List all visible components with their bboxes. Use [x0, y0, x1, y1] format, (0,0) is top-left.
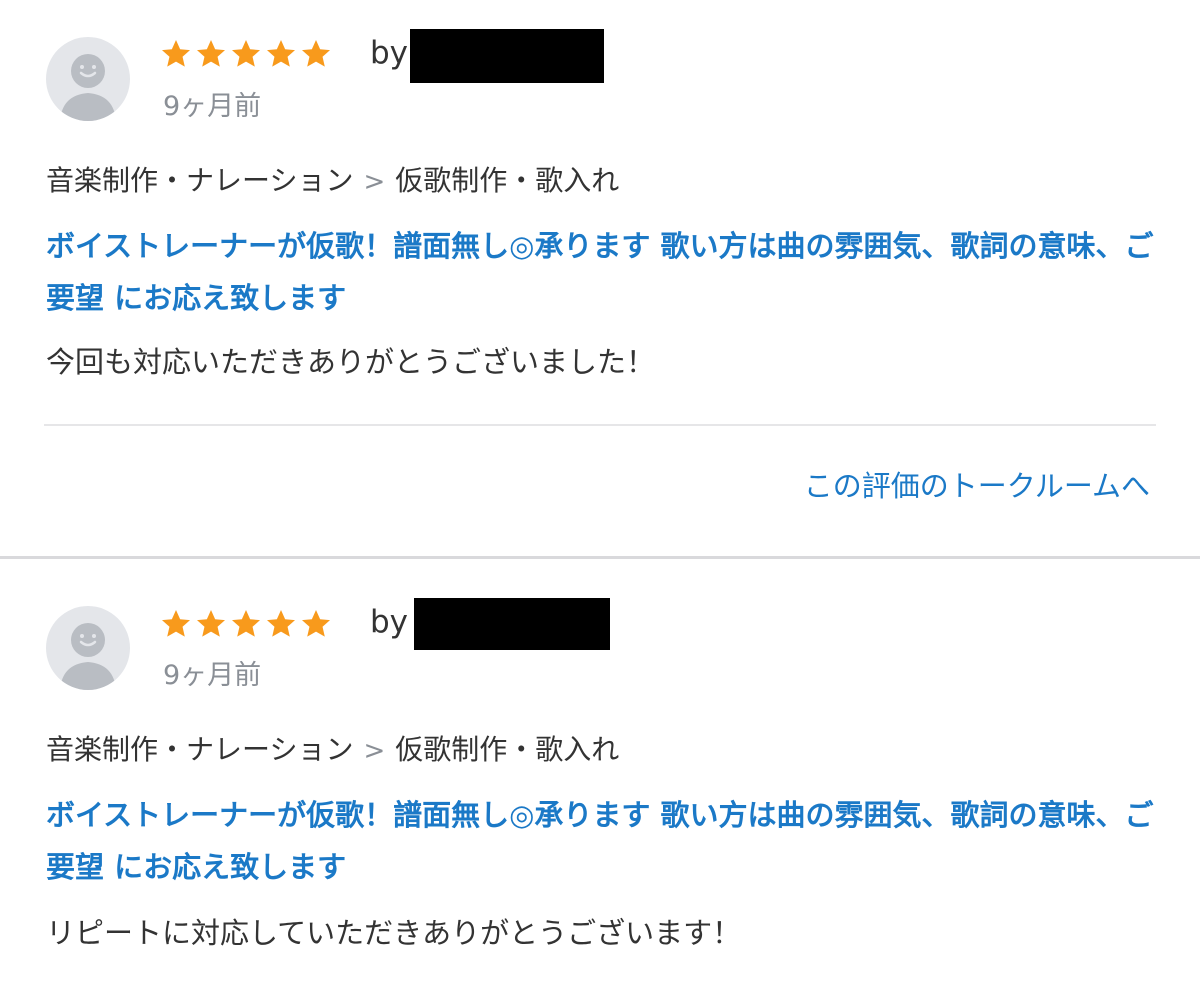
review-date: 9ヶ月前 — [163, 91, 262, 122]
category-parent[interactable]: 音楽制作・ナレーション — [46, 164, 353, 197]
breadcrumb: 音楽制作・ナレーション > 仮歌制作・歌入れ — [46, 730, 619, 771]
star-icon — [267, 610, 295, 637]
service-title-link[interactable]: ボイストレーナーが仮歌！譜面無し◎承ります 歌い方は曲の雰囲気、歌詞の意味、ご要… — [46, 220, 1156, 324]
star-icon — [162, 610, 190, 637]
review-date: 9ヶ月前 — [163, 660, 262, 691]
star-icon — [197, 40, 225, 67]
star-icon — [267, 40, 295, 67]
breadcrumb-separator: > — [363, 736, 386, 766]
review-card: by 9ヶ月前 音楽制作・ナレーション > 仮歌制作・歌入れ ボイストレーナーが仮歌… — [0, 560, 1200, 986]
review-comment: 今回も対応いただきありがとうございました！ — [46, 345, 656, 379]
category-child[interactable]: 仮歌制作・歌入れ — [395, 733, 619, 766]
review-card: by 9ヶ月前 音楽制作・ナレーション > 仮歌制作・歌入れ ボイストレーナーが仮歌… — [0, 0, 1200, 556]
breadcrumb: 音楽制作・ナレーション > 仮歌制作・歌入れ — [46, 161, 619, 202]
star-icon — [302, 40, 330, 67]
star-icon — [232, 40, 260, 67]
talkroom-link[interactable]: この評価のトークルームへ — [804, 466, 1150, 506]
star-icon — [197, 610, 225, 637]
divider — [44, 424, 1156, 426]
user-avatar-icon[interactable] — [46, 606, 130, 690]
reviewer-by-label: by — [370, 604, 409, 640]
category-parent[interactable]: 音楽制作・ナレーション — [46, 733, 353, 766]
redacted-username — [410, 29, 604, 83]
star-icon — [232, 610, 260, 637]
reviewer-by-label: by — [370, 35, 409, 71]
star-rating — [160, 38, 332, 70]
redacted-username — [414, 598, 610, 650]
user-avatar-icon[interactable] — [46, 37, 130, 121]
section-divider — [0, 556, 1200, 559]
star-icon — [302, 610, 330, 637]
service-title-link[interactable]: ボイストレーナーが仮歌！譜面無し◎承ります 歌い方は曲の雰囲気、歌詞の意味、ご要… — [46, 789, 1156, 893]
star-rating — [160, 608, 332, 640]
category-child[interactable]: 仮歌制作・歌入れ — [395, 164, 619, 197]
star-icon — [162, 40, 190, 67]
breadcrumb-separator: > — [363, 167, 386, 197]
review-comment: リピートに対応していただきありがとうございます！ — [46, 916, 742, 950]
